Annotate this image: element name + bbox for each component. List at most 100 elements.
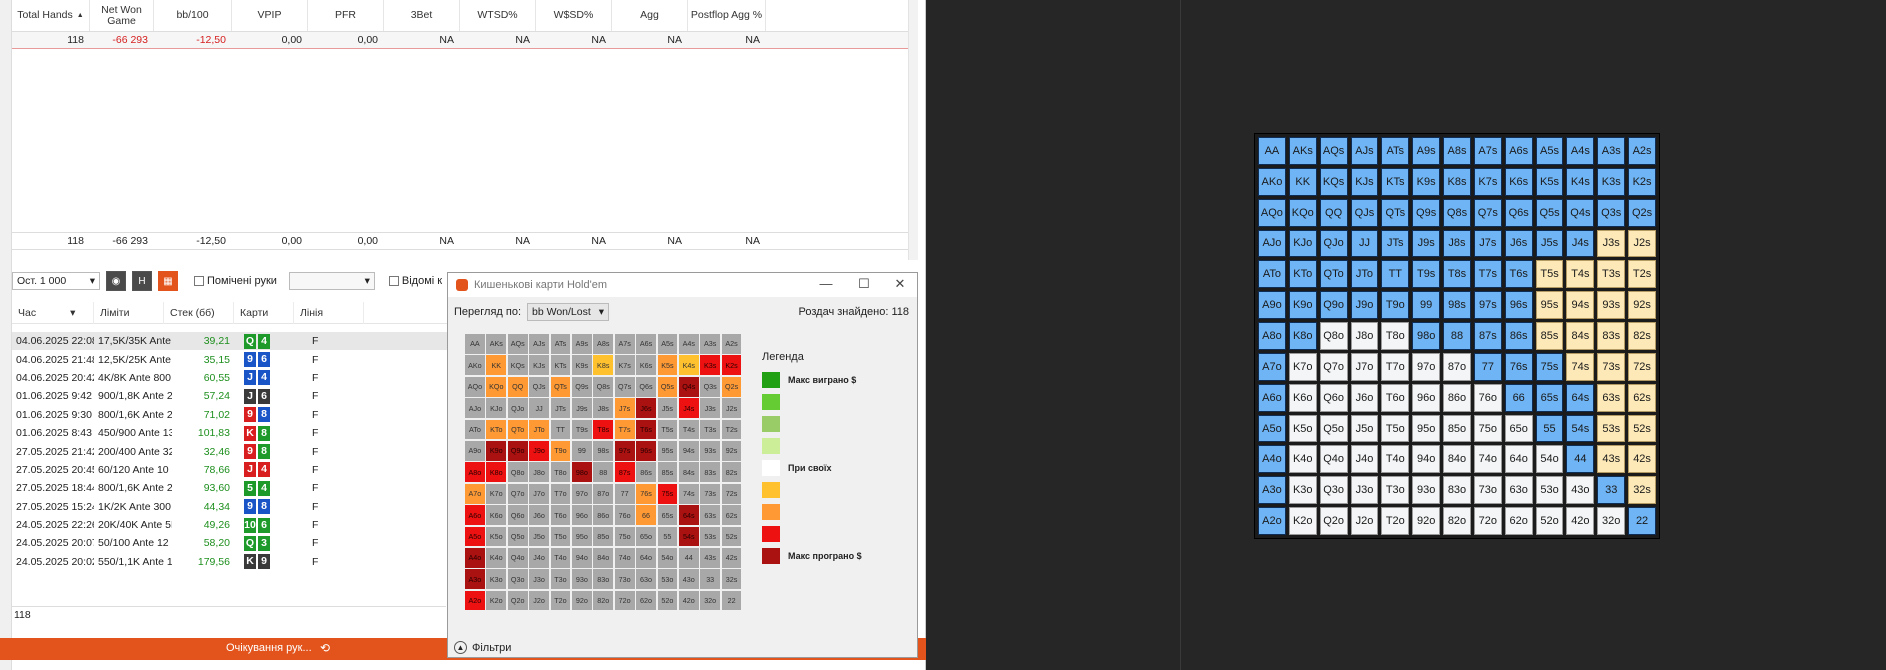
range-cell[interactable]: 94s [1566, 291, 1595, 320]
range-cell[interactable]: 22 [1628, 507, 1656, 535]
range-cell[interactable]: K5s [1535, 167, 1564, 196]
pocket-cell[interactable]: JTs [550, 398, 571, 418]
pocket-cell[interactable]: K7s [614, 355, 635, 376]
pocket-cell[interactable]: 97o [571, 483, 592, 504]
range-cell[interactable]: J7s [1473, 229, 1502, 258]
pocket-cell[interactable]: J3s [700, 398, 721, 418]
stats-header-cell[interactable]: Total Hands ▲ [12, 0, 90, 31]
pocket-cell[interactable]: QJs [529, 376, 549, 397]
pocket-cell[interactable]: J2o [529, 590, 549, 611]
pocket-cell[interactable]: A5o [465, 526, 485, 547]
range-cell[interactable]: 76o [1473, 383, 1502, 412]
range-cell[interactable]: 84s [1566, 322, 1595, 350]
range-cell[interactable]: Q5o [1319, 414, 1348, 443]
pocket-cell[interactable]: J7o [529, 483, 549, 504]
pocket-cell[interactable]: 33 [700, 569, 721, 590]
pocket-cell[interactable]: T7s [614, 419, 635, 440]
range-cell[interactable]: 33 [1597, 476, 1626, 505]
table-row[interactable]: 01.06.2025 9:42 900/1,8K Ante 2 57,24 J 6 F [12, 387, 452, 405]
pocket-cell[interactable]: 84o [593, 547, 614, 568]
range-cell[interactable]: 73s [1597, 352, 1626, 381]
range-cell[interactable]: Q2s [1628, 198, 1656, 227]
pocket-cell[interactable]: J2s [721, 398, 742, 418]
pocket-cell[interactable]: 43s [700, 547, 721, 568]
range-cell[interactable]: 95o [1412, 414, 1441, 443]
range-cell[interactable]: JTo [1350, 260, 1379, 289]
pocket-cell[interactable]: QTo [507, 419, 528, 440]
pocket-cell[interactable]: J4o [529, 547, 549, 568]
pocket-cell[interactable]: Q9s [571, 376, 592, 397]
range-cell[interactable]: T7o [1381, 352, 1410, 381]
pocket-cell[interactable]: J5s [657, 398, 678, 418]
table-row[interactable]: 01.06.2025 8:43 450/900 Ante 13 101,83 K 8 F [12, 424, 452, 442]
pocket-cell[interactable]: J6s [636, 398, 656, 418]
range-cell[interactable]: J9o [1350, 291, 1379, 320]
pocket-cell[interactable]: A2s [721, 334, 742, 354]
pocket-cell[interactable]: 64s [678, 505, 699, 525]
pocket-cell[interactable]: 86s [636, 462, 656, 483]
pocket-cell[interactable]: 42s [721, 547, 742, 568]
range-cell[interactable]: 53o [1535, 476, 1564, 505]
pocket-cell[interactable]: 96s [636, 440, 656, 461]
pocket-cell[interactable]: KQo [486, 376, 507, 397]
range-cell[interactable]: J6s [1504, 229, 1533, 258]
range-cell[interactable]: 84o [1443, 445, 1471, 474]
pocket-cell[interactable]: QTs [550, 376, 571, 397]
pocket-cell[interactable]: 83s [700, 462, 721, 483]
pocket-cell[interactable]: TT [550, 419, 571, 440]
stats-header-cell[interactable]: Agg [612, 0, 688, 31]
range-cell[interactable]: 52s [1628, 414, 1656, 443]
pocket-cell[interactable]: T3o [550, 569, 571, 590]
pocket-cell[interactable]: AJo [465, 398, 485, 418]
range-cell[interactable]: J4s [1566, 229, 1595, 258]
pocket-cell[interactable]: K9o [486, 440, 507, 461]
pocket-cell[interactable]: 32s [721, 569, 742, 590]
range-cell[interactable]: T2o [1381, 507, 1410, 535]
pocket-cell[interactable]: Q2o [507, 590, 528, 611]
hands-header-cell[interactable]: Лінія [294, 301, 364, 324]
range-cell[interactable]: T8o [1381, 322, 1410, 350]
range-cell[interactable]: 94o [1412, 445, 1441, 474]
range-cell[interactable]: T9s [1412, 260, 1441, 289]
range-cell[interactable]: AQs [1319, 137, 1348, 165]
pocket-cell[interactable]: A4s [678, 334, 699, 354]
range-cell[interactable]: J2o [1350, 507, 1379, 535]
pocket-cell[interactable]: T5o [550, 526, 571, 547]
pocket-cell[interactable]: K3o [486, 569, 507, 590]
pocket-cell[interactable]: 85o [593, 526, 614, 547]
range-cell[interactable]: A5s [1535, 137, 1564, 165]
pocket-cell[interactable]: T4o [550, 547, 571, 568]
pocket-cell[interactable]: J9s [571, 398, 592, 418]
pocket-cell[interactable]: T8o [550, 462, 571, 483]
range-cell[interactable]: 63s [1597, 383, 1626, 412]
known-cards-checkbox[interactable]: Відомі к [388, 275, 442, 287]
range-cell[interactable]: QTs [1381, 198, 1410, 227]
pocket-cell[interactable]: Q8s [593, 376, 614, 397]
pocket-cell[interactable]: T2s [721, 419, 742, 440]
table-row[interactable]: 04.06.2025 20:42 4K/8K Ante 800 60,55 J 4 F [12, 369, 452, 387]
pocket-cell[interactable]: Q5o [507, 526, 528, 547]
pocket-cell[interactable]: 98s [593, 440, 614, 461]
pocket-cell[interactable]: Q7s [614, 376, 635, 397]
checkbox-box[interactable] [388, 276, 399, 286]
range-cell[interactable]: J6o [1350, 383, 1379, 412]
range-cell[interactable]: ATs [1381, 137, 1410, 165]
pocket-cell[interactable]: ATo [465, 419, 485, 440]
range-cell[interactable]: 42s [1628, 445, 1656, 474]
pocket-cell[interactable]: J7s [614, 398, 635, 418]
table-row[interactable]: 24.05.2025 20:02 550/1,1K Ante 1 179,56 K 9 F [12, 553, 452, 571]
range-cell[interactable]: A2s [1628, 137, 1656, 165]
range-cell[interactable]: A8o [1258, 322, 1286, 350]
pocket-cell[interactable]: T3s [700, 419, 721, 440]
range-cell[interactable]: 72o [1473, 507, 1502, 535]
range-cell[interactable]: 93s [1597, 291, 1626, 320]
range-cell[interactable]: Q6o [1319, 383, 1348, 412]
pocket-cell[interactable]: 53s [700, 526, 721, 547]
stats-scrollbar[interactable] [908, 0, 918, 260]
pocket-cell[interactable]: K2s [721, 355, 742, 376]
range-cell[interactable]: T6s [1504, 260, 1533, 289]
range-cell[interactable]: T3o [1381, 476, 1410, 505]
pocket-cell[interactable]: 53o [657, 569, 678, 590]
pocket-cell[interactable]: 77 [614, 483, 635, 504]
range-cell[interactable]: T4s [1566, 260, 1595, 289]
